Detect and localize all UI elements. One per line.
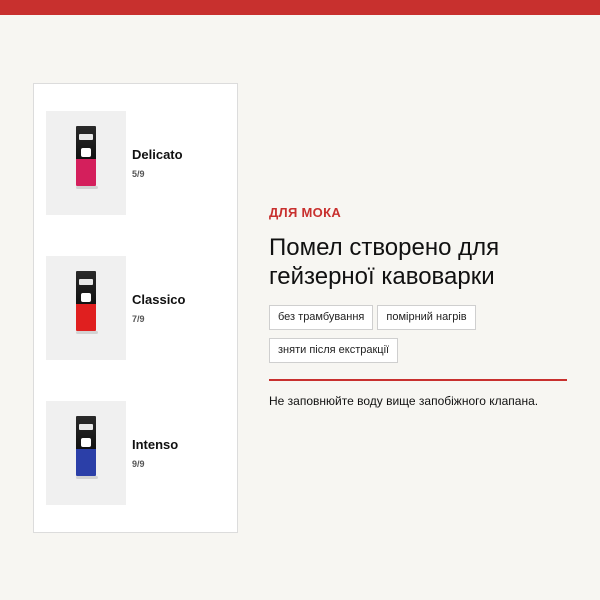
product-intensity: 7/9 <box>132 314 145 324</box>
product-intensity: 9/9 <box>132 459 145 469</box>
product-name: Delicato <box>132 147 183 162</box>
coffee-pack-icon <box>76 126 96 186</box>
tag-remove-after-extraction: зняти після екстракції <box>269 338 399 363</box>
product-card-delicato[interactable]: Delicato 5/9 <box>46 111 231 215</box>
product-image-intenso <box>46 401 126 505</box>
pack-shadow <box>76 186 98 189</box>
product-info: Delicato 5/9 <box>132 147 183 179</box>
safety-note: Не заповнюйте воду вище запобіжного клап… <box>269 394 539 408</box>
accent-divider <box>269 379 567 381</box>
coffee-pack-icon <box>76 271 96 331</box>
tag-no-tamping: без трамбування <box>269 305 374 330</box>
pack-shadow <box>76 331 98 334</box>
product-name: Classico <box>132 292 186 307</box>
product-list-panel: Delicato 5/9 Classico 7/9 Intenso 9/9 <box>33 83 238 533</box>
product-image-delicato <box>46 111 126 215</box>
section-eyebrow: ДЛЯ МОКА <box>269 205 342 220</box>
tag-list: без трамбування помірний нагрів зняти пі… <box>269 305 569 363</box>
product-image-classico <box>46 256 126 360</box>
section-headline: Помел створено для гейзерної кавоварки <box>269 234 500 290</box>
moka-section: ДЛЯ МОКА Помел створено для гейзерної ка… <box>269 205 569 409</box>
top-accent-bar <box>0 0 600 15</box>
product-intensity: 5/9 <box>132 169 145 179</box>
pack-shadow <box>76 476 98 479</box>
product-info: Intenso 9/9 <box>132 437 178 469</box>
product-card-classico[interactable]: Classico 7/9 <box>46 256 231 360</box>
product-name: Intenso <box>132 437 179 452</box>
tag-moderate-heat: помірний нагрів <box>377 305 476 330</box>
product-card-intenso[interactable]: Intenso 9/9 <box>46 401 231 505</box>
coffee-pack-icon <box>76 416 96 476</box>
product-info: Classico 7/9 <box>132 292 185 324</box>
